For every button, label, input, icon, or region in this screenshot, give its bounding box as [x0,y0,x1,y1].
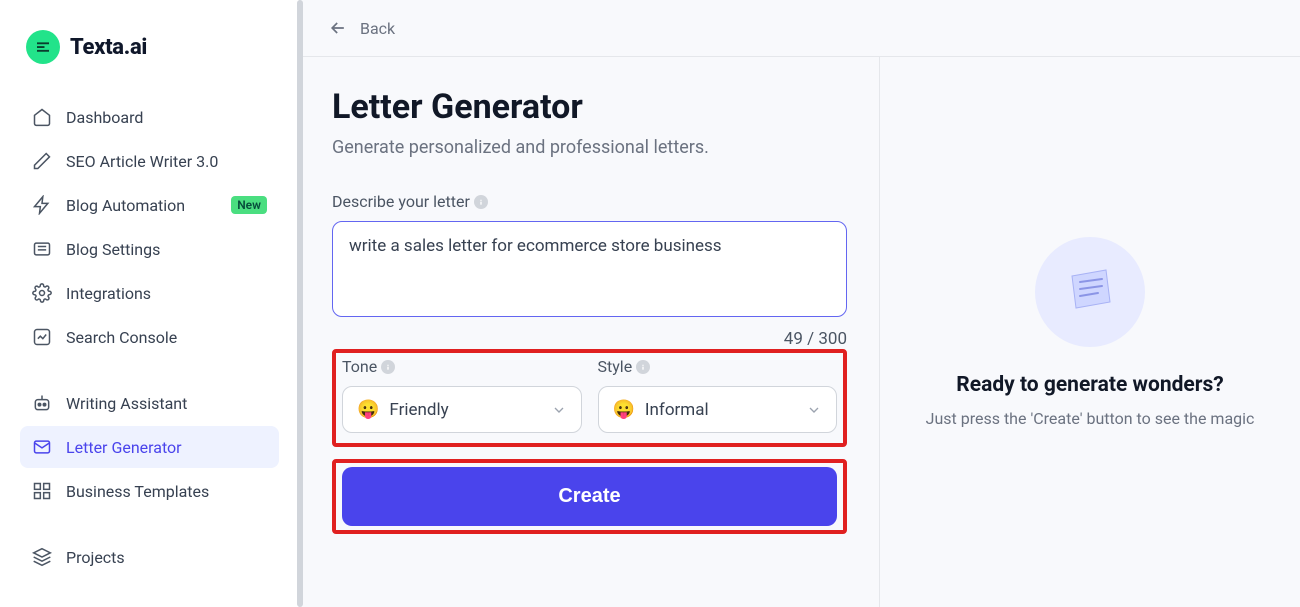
highlight-tone-style: Tone 😛 Friendly Style [332,349,847,447]
sidebar-item-label: Blog Automation [66,196,223,215]
pencil-icon [32,151,52,171]
bot-icon [32,393,52,413]
sidebar-item-search-console[interactable]: Search Console [20,316,279,358]
preview-pane: Ready to generate wonders? Just press th… [880,57,1300,607]
bolt-icon [32,195,52,215]
mail-icon [32,437,52,457]
gear-icon [32,283,52,303]
sidebar-item-label: Search Console [66,328,267,347]
sidebar-item-integrations[interactable]: Integrations [20,272,279,314]
sidebar-item-letter-generator[interactable]: Letter Generator [20,426,279,468]
chart-icon [32,327,52,347]
describe-input[interactable] [332,221,847,317]
sidebar-item-label: Projects [66,548,267,567]
style-label: Style [598,357,838,376]
back-button[interactable]: Back [328,18,395,38]
describe-label: Describe your letter [332,192,847,211]
nav-group-1: Dashboard SEO Article Writer 3.0 Blog Au… [20,96,279,358]
content: Letter Generator Generate personalized a… [300,57,1300,607]
sidebar-item-label: Writing Assistant [66,394,267,413]
sidebar-item-projects[interactable]: Projects [20,536,279,578]
sidebar-item-writing-assistant[interactable]: Writing Assistant [20,382,279,424]
chevron-down-icon [806,402,822,418]
info-icon[interactable] [474,195,488,209]
style-value: Informal [645,400,709,420]
sidebar-item-seo-writer[interactable]: SEO Article Writer 3.0 [20,140,279,182]
preview-illustration [1035,237,1145,347]
emoji-icon: 😛 [357,399,379,420]
char-counter: 49 / 300 [332,329,847,349]
sidebar-item-label: Integrations [66,284,267,303]
highlight-create: Create [332,459,847,534]
logo-icon [26,30,60,64]
tone-select[interactable]: 😛 Friendly [342,386,582,433]
layers-icon [32,547,52,567]
sidebar-item-label: Blog Settings [66,240,267,259]
sidebar-item-label: SEO Article Writer 3.0 [66,152,267,171]
sidebar-item-dashboard[interactable]: Dashboard [20,96,279,138]
page-title: Letter Generator [332,87,847,127]
tone-label: Tone [342,357,582,376]
arrow-left-icon [328,18,348,38]
main-area: Back Letter Generator Generate personali… [300,0,1300,607]
sidebar-item-business-templates[interactable]: Business Templates [20,470,279,512]
new-badge: New [231,196,267,214]
style-select[interactable]: 😛 Informal [598,386,838,433]
page-subtitle: Generate personalized and professional l… [332,137,847,158]
logo[interactable]: Texta.ai [20,30,279,64]
form-pane: Letter Generator Generate personalized a… [300,57,880,607]
sidebar-item-label: Letter Generator [66,438,267,457]
chevron-down-icon [551,402,567,418]
sidebar: Texta.ai Dashboard SEO Article Writer 3.… [0,0,300,607]
emoji-icon: 😛 [613,399,635,420]
info-icon[interactable] [636,360,650,374]
sidebar-item-label: Dashboard [66,108,267,127]
tone-value: Friendly [389,400,448,420]
sidebar-item-blog-automation[interactable]: Blog Automation New [20,184,279,226]
nav-group-3: Projects [20,536,279,578]
back-label: Back [360,19,395,38]
info-icon[interactable] [381,360,395,374]
preview-subtitle: Just press the 'Create' button to see th… [926,409,1255,428]
preview-title: Ready to generate wonders? [956,373,1223,397]
lines-icon [32,239,52,259]
topbar: Back [300,0,1300,57]
nav-group-2: Writing Assistant Letter Generator Busin… [20,382,279,512]
sidebar-item-blog-settings[interactable]: Blog Settings [20,228,279,270]
sidebar-item-label: Business Templates [66,482,267,501]
create-button[interactable]: Create [342,467,837,526]
brand-name: Texta.ai [70,35,147,60]
home-icon [32,107,52,127]
grid-icon [32,481,52,501]
